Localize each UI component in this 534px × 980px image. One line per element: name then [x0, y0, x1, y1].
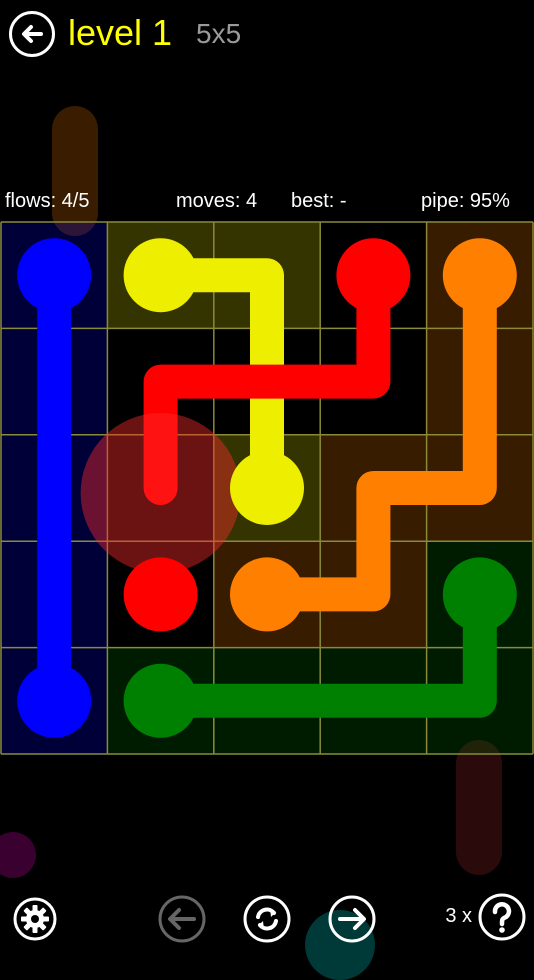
- arrow-left-icon: [158, 895, 206, 943]
- settings-button[interactable]: [13, 897, 57, 941]
- red-dot[interactable]: [336, 238, 411, 313]
- blue-dot[interactable]: [17, 238, 92, 313]
- yellow-dot[interactable]: [230, 451, 304, 525]
- question-mark-icon: [478, 893, 526, 941]
- orange-dot[interactable]: [230, 557, 304, 632]
- touch-highlight: [80, 413, 241, 573]
- restart-button[interactable]: [243, 895, 291, 943]
- game-board[interactable]: [0, 0, 534, 950]
- hint-count: 3 x: [445, 905, 472, 927]
- yellow-dot[interactable]: [123, 238, 198, 313]
- refresh-icon: [243, 895, 291, 943]
- blue-dot[interactable]: [17, 663, 92, 738]
- orange-dot[interactable]: [442, 238, 517, 313]
- green-dot[interactable]: [123, 663, 198, 738]
- next-level-button[interactable]: [328, 895, 376, 943]
- hint-button[interactable]: [478, 893, 526, 941]
- red-dot[interactable]: [123, 557, 198, 632]
- gear-icon: [13, 897, 57, 941]
- previous-level-button[interactable]: [158, 895, 206, 943]
- arrow-right-icon: [328, 895, 376, 943]
- green-dot[interactable]: [442, 557, 517, 632]
